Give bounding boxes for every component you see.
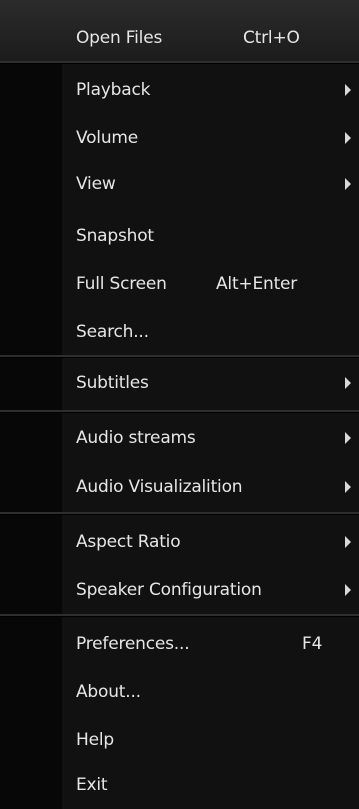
menu-item-aspect-ratio[interactable]: Aspect Ratio — [62, 518, 359, 566]
menu-item-label: About... — [76, 682, 141, 702]
submenu-arrow-icon — [345, 132, 351, 144]
menu-item-label: Playback — [76, 80, 151, 100]
menu-item-label: Audio streams — [76, 428, 196, 448]
menu-item-label: Help — [76, 730, 114, 750]
menu-item-shortcut: F4 — [302, 634, 323, 654]
menu-item-label: Snapshot — [76, 226, 154, 246]
menu-item-volume[interactable]: Volume — [62, 114, 359, 162]
submenu-arrow-icon — [345, 84, 351, 96]
menu-separator — [0, 512, 359, 515]
context-menu: Open Files Ctrl+O Playback Volume View S… — [0, 0, 359, 809]
menu-item-view[interactable]: View — [62, 160, 359, 208]
menu-item-help[interactable]: Help — [62, 716, 359, 764]
menu-item-search[interactable]: Search... — [62, 309, 359, 355]
menu-item-label: Full Screen — [76, 274, 167, 294]
menu-item-full-screen[interactable]: Full Screen Alt+Enter — [62, 260, 359, 308]
menu-separator — [0, 410, 359, 413]
menu-icon-gutter — [0, 0, 62, 809]
menu-item-label: Audio Visualizalition — [76, 477, 243, 497]
menu-separator — [0, 614, 359, 617]
menu-item-label: Aspect Ratio — [76, 532, 181, 552]
submenu-arrow-icon — [345, 584, 351, 596]
menu-item-preferences[interactable]: Preferences... F4 — [62, 620, 359, 668]
menu-separator — [0, 61, 359, 64]
submenu-arrow-icon — [345, 481, 351, 493]
menu-item-label: Open Files — [76, 28, 163, 48]
submenu-arrow-icon — [345, 377, 351, 389]
menu-item-subtitles[interactable]: Subtitles — [62, 358, 359, 408]
menu-item-label: Exit — [76, 775, 108, 795]
menu-item-label: Subtitles — [76, 373, 149, 393]
menu-item-exit[interactable]: Exit — [62, 762, 359, 808]
menu-item-label: Speaker Configuration — [76, 580, 262, 600]
menu-item-audio-streams[interactable]: Audio streams — [62, 414, 359, 462]
menu-item-shortcut: Alt+Enter — [216, 274, 298, 294]
menu-item-open-files[interactable]: Open Files Ctrl+O — [62, 14, 359, 62]
menu-item-label: Volume — [76, 128, 139, 148]
submenu-arrow-icon — [345, 178, 351, 190]
menu-item-speaker-configuration[interactable]: Speaker Configuration — [62, 566, 359, 614]
menu-item-label: Search... — [76, 322, 149, 342]
menu-item-shortcut: Ctrl+O — [243, 28, 300, 48]
menu-item-label: View — [76, 174, 116, 194]
menu-item-playback[interactable]: Playback — [62, 66, 359, 114]
submenu-arrow-icon — [345, 432, 351, 444]
submenu-arrow-icon — [345, 536, 351, 548]
menu-item-audio-visualization[interactable]: Audio Visualizalition — [62, 462, 359, 512]
menu-item-snapshot[interactable]: Snapshot — [62, 212, 359, 260]
menu-item-label: Preferences... — [76, 634, 190, 654]
menu-item-about[interactable]: About... — [62, 668, 359, 716]
